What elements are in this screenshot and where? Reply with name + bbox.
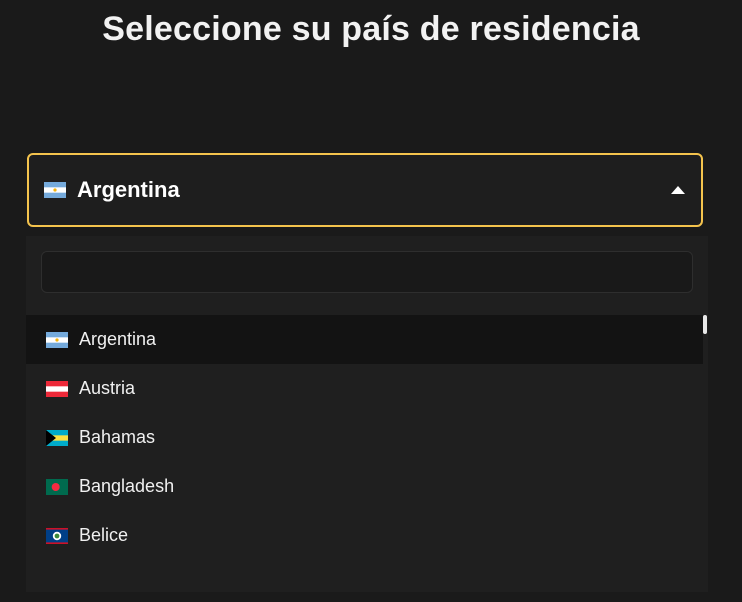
argentina-flag-icon [46, 331, 68, 348]
country-option-bahamas[interactable]: Bahamas [26, 413, 703, 462]
country-option-bangladesh[interactable]: Bangladesh [26, 462, 703, 511]
caret-up-icon[interactable] [671, 186, 685, 194]
scrollbar-thumb[interactable] [703, 315, 707, 334]
page-title: Seleccione su país de residencia [102, 10, 640, 48]
country-option-label: Austria [79, 378, 136, 398]
dropdown-scrollbar[interactable] [702, 315, 708, 585]
country-option-label: Belice [79, 525, 129, 545]
argentina-flag-icon [44, 182, 66, 198]
country-option-label: Argentina [79, 329, 157, 349]
country-option-label: Bangladesh [79, 476, 175, 496]
country-selection-page: Seleccione su país de residencia Argenti… [0, 0, 742, 602]
country-select[interactable]: Argentina [27, 153, 703, 227]
belize-flag-icon [46, 527, 68, 544]
selected-country-label: Argentina [77, 177, 180, 202]
country-dropdown: Argentina Austria Bahamas Bangladesh Bel… [26, 236, 708, 592]
country-list: Argentina Austria Bahamas Bangladesh Bel… [26, 315, 703, 560]
country-option-belice[interactable]: Belice [26, 511, 703, 560]
bahamas-flag-icon [46, 429, 68, 446]
country-search-input[interactable] [41, 251, 693, 293]
country-option-label: Bahamas [79, 427, 156, 447]
bangladesh-flag-icon [46, 478, 68, 495]
country-option-austria[interactable]: Austria [26, 364, 703, 413]
austria-flag-icon [46, 380, 68, 397]
country-option-argentina[interactable]: Argentina [26, 315, 703, 364]
